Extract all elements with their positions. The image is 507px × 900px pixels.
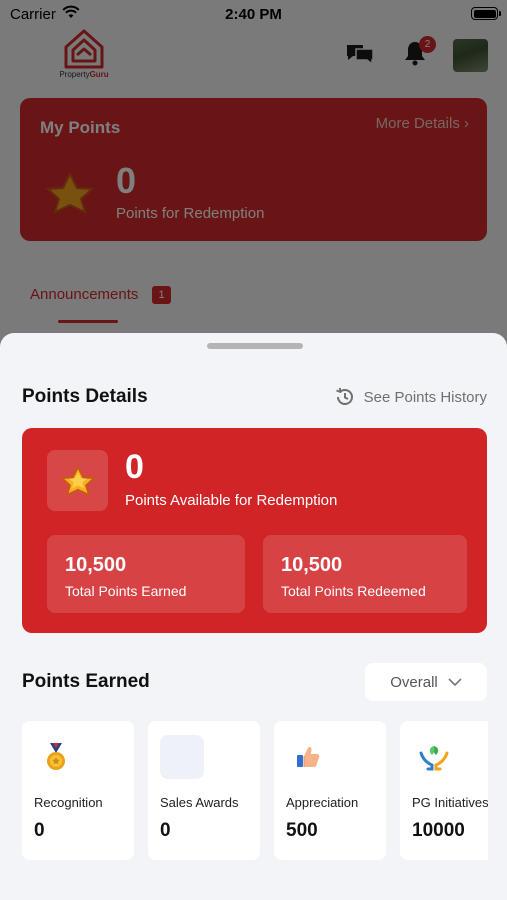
category-value: 0	[160, 820, 171, 841]
star-icon-box	[47, 450, 108, 511]
hands-leaf-icon	[412, 735, 456, 779]
category-card-recognition[interactable]: Recognition 0	[22, 721, 134, 860]
category-card-sales-awards[interactable]: Sales Awards 0	[148, 721, 260, 860]
history-icon	[335, 387, 353, 405]
points-details-sheet: Points Details See Points History 0 Poin…	[0, 333, 507, 900]
total-redeemed-value: 10,500	[281, 554, 343, 576]
category-name: Appreciation	[286, 795, 359, 810]
total-earned-value: 10,500	[65, 554, 127, 576]
category-value: 0	[34, 820, 45, 841]
placeholder-icon	[160, 735, 204, 779]
category-name: PG Initiatives	[412, 795, 488, 810]
sheet-title: Points Details	[22, 386, 148, 407]
see-points-history-link[interactable]: See Points History	[334, 385, 487, 409]
category-card-pg-initiatives[interactable]: PG Initiatives 10000	[400, 721, 488, 860]
sheet-drag-handle[interactable]	[207, 343, 303, 349]
chevron-down-icon	[448, 678, 462, 686]
available-points-value: 0	[125, 448, 144, 486]
thumbs-up-icon	[286, 735, 330, 779]
points-earned-title: Points Earned	[22, 671, 150, 692]
category-value: 500	[286, 820, 318, 841]
available-points-label: Points Available for Redemption	[125, 492, 338, 509]
points-summary-card: 0 Points Available for Redemption 10,500…	[22, 428, 487, 633]
total-earned-box: 10,500 Total Points Earned	[47, 535, 245, 613]
medal-icon	[34, 735, 78, 779]
total-redeemed-label: Total Points Redeemed	[281, 583, 426, 599]
category-card-appreciation[interactable]: Appreciation 500	[274, 721, 386, 860]
filter-value: Overall	[390, 673, 438, 691]
category-name: Recognition	[34, 795, 103, 810]
category-value: 10000	[412, 820, 465, 841]
category-cards[interactable]: Recognition 0 Sales Awards 0 Appreciatio…	[22, 721, 488, 861]
total-earned-label: Total Points Earned	[65, 583, 187, 599]
period-filter-dropdown[interactable]: Overall	[365, 663, 487, 701]
total-redeemed-box: 10,500 Total Points Redeemed	[263, 535, 467, 613]
category-name: Sales Awards	[160, 795, 239, 810]
star-icon	[59, 464, 96, 497]
